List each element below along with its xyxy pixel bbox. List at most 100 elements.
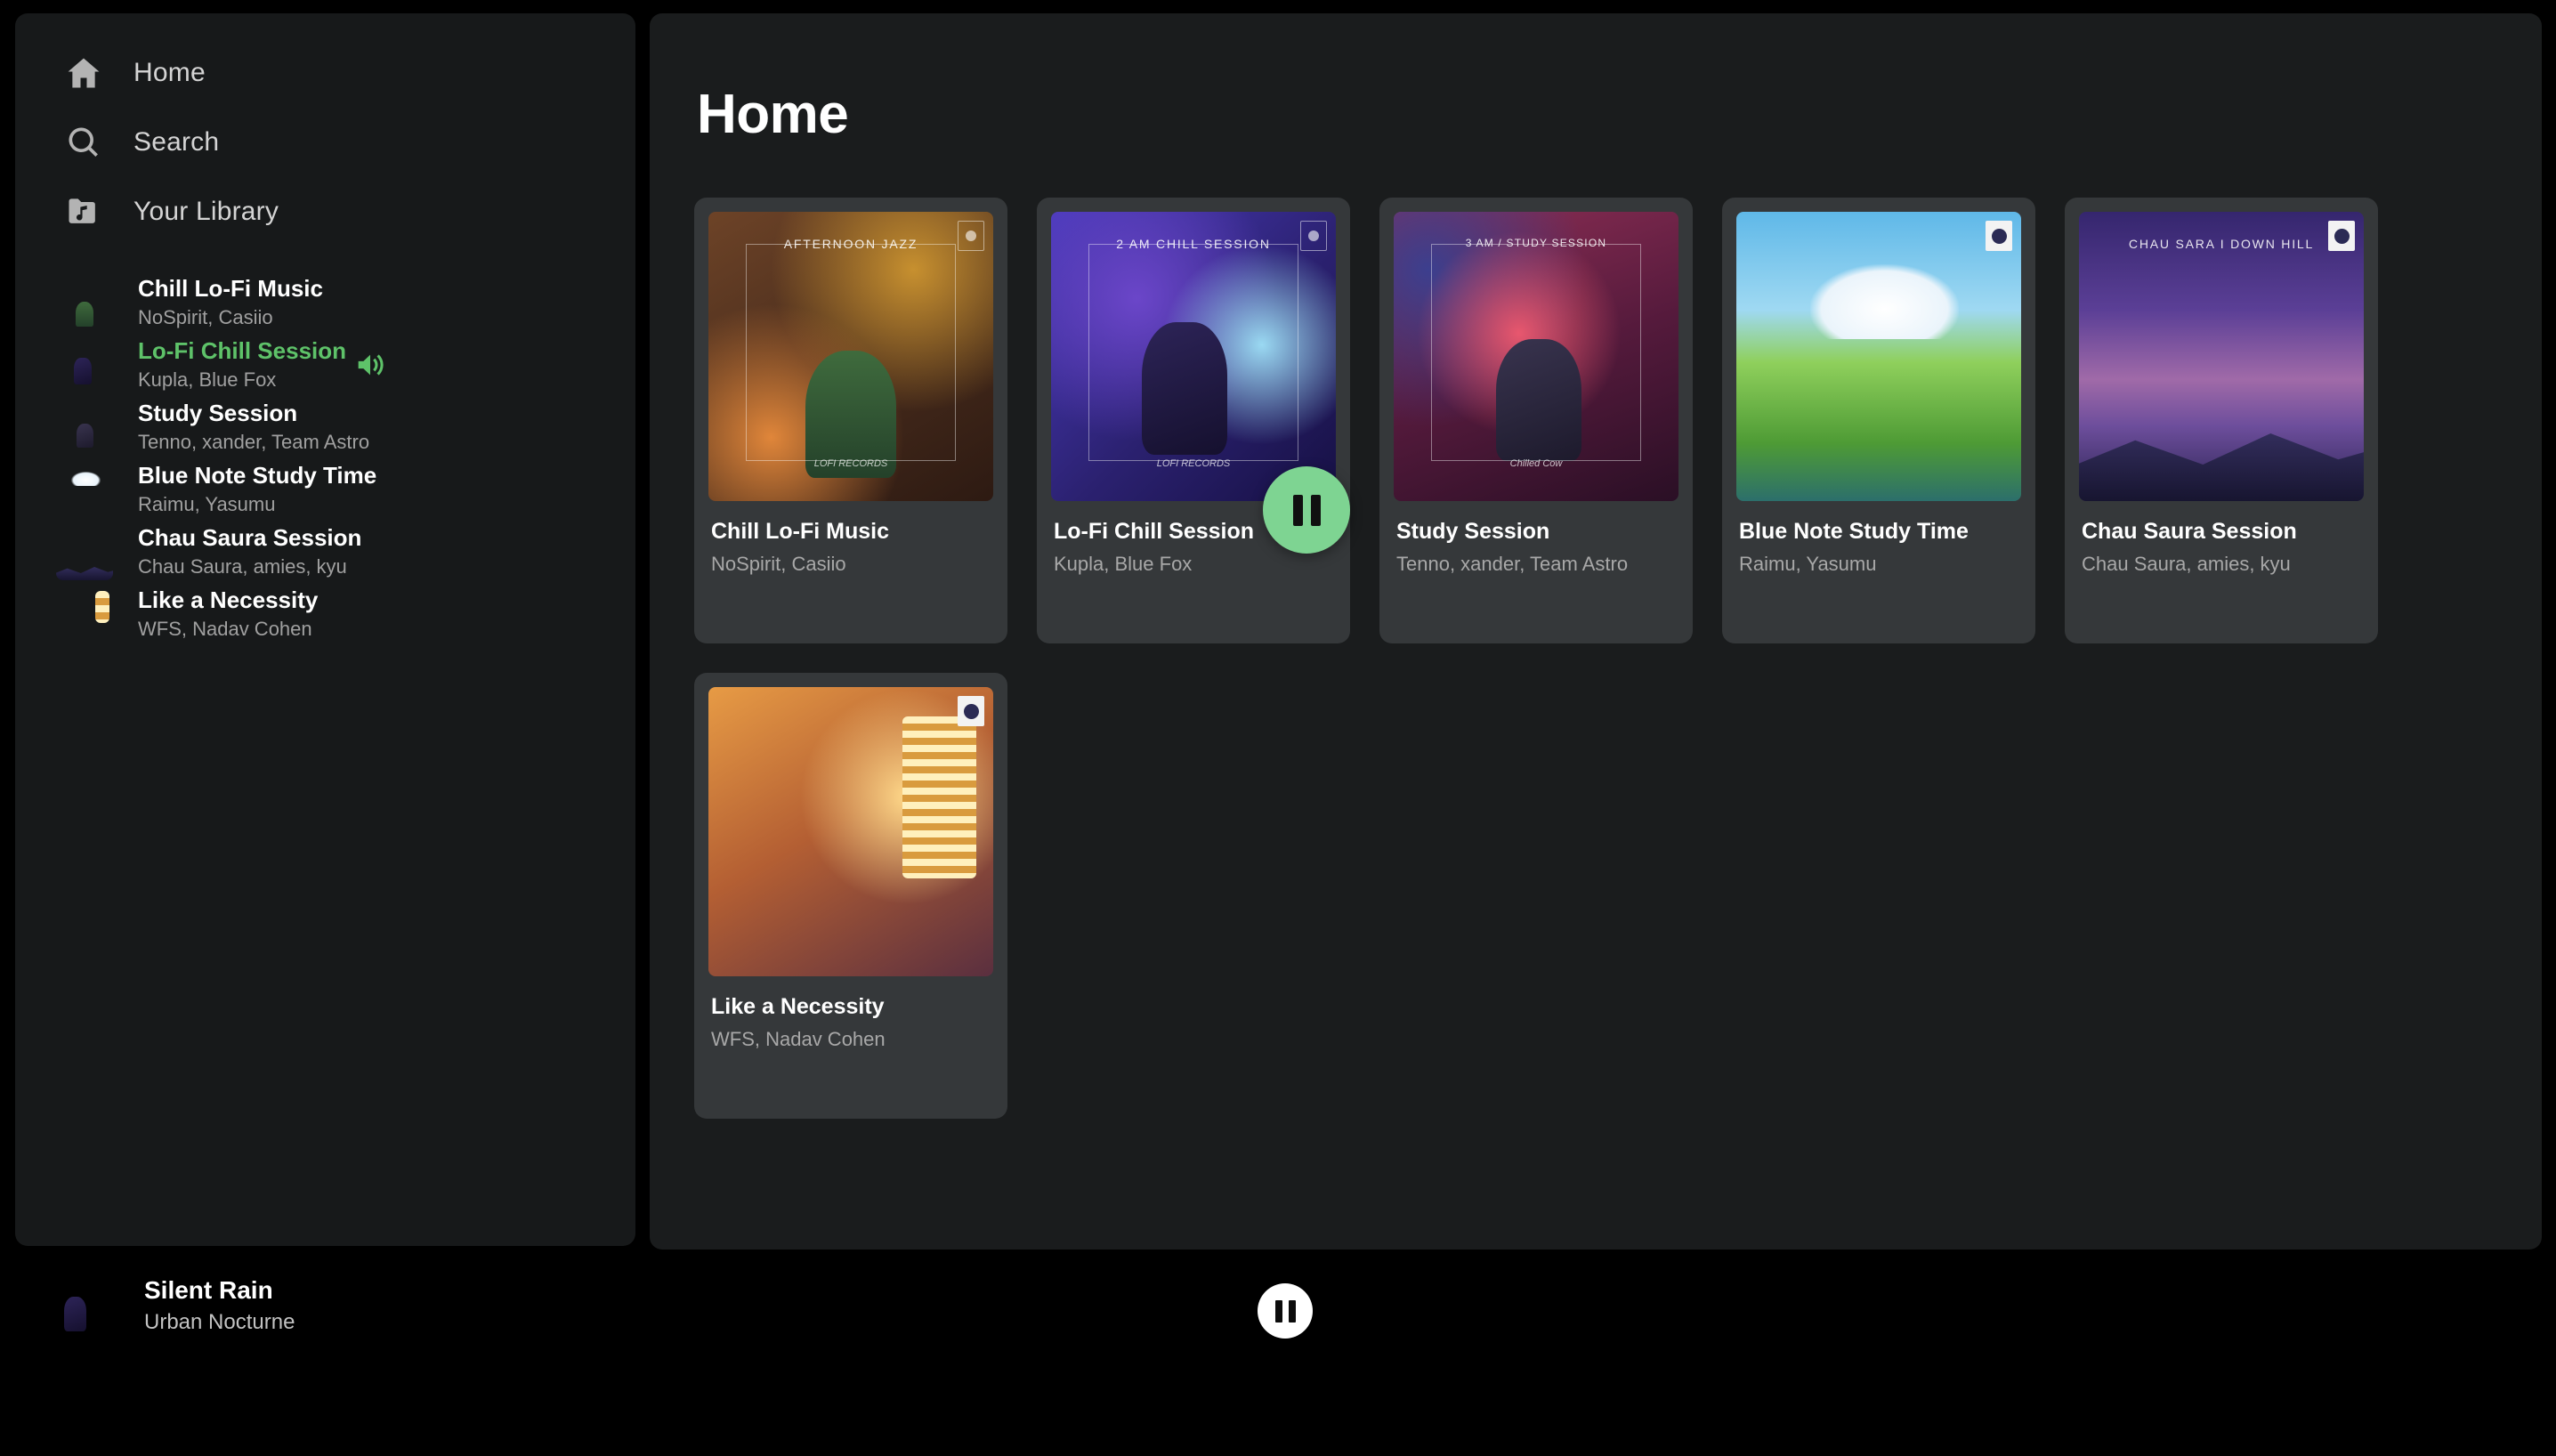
card-artists: Kupla, Blue Fox	[1054, 553, 1193, 575]
play-pause-button[interactable]	[1258, 1283, 1313, 1339]
playlist-artists: Tenno, xander, Team Astro	[138, 431, 370, 454]
record-label-badge	[1300, 221, 1327, 251]
playlist-title: Blue Note Study Time	[138, 462, 377, 489]
sidebar-item-your-library-label: Your Library	[133, 197, 279, 226]
art-frame-decoration	[1430, 243, 1642, 461]
card-title: Chau Saura Session	[2082, 519, 2297, 544]
playlist-card[interactable]: 3 AM / STUDY SESSION Chilled Cow Study S…	[1379, 198, 1693, 643]
list-item[interactable]: Blue Note Study Time Raimu, Yasumu	[15, 458, 635, 521]
album-art	[1736, 212, 2021, 501]
now-playing-speaker-icon	[352, 347, 388, 383]
playlist-meta: Like a Necessity WFS, Nadav Cohen	[138, 586, 319, 641]
album-art: 3 AM / STUDY SESSION Chilled Cow	[1394, 212, 1678, 501]
library-playlist-list: Chill Lo-Fi Music NoSpirit, Casiio Lo-Fi…	[15, 271, 635, 645]
playlist-title: Study Session	[138, 400, 298, 427]
home-icon	[64, 53, 103, 93]
playlist-artists: WFS, Nadav Cohen	[138, 618, 312, 641]
list-item[interactable]: Study Session Tenno, xander, Team Astro	[15, 396, 635, 458]
playlist-card[interactable]: Blue Note Study Time Raimu, Yasumu	[1722, 198, 2035, 643]
playlist-thumbnail	[56, 336, 113, 393]
card-artists: Chau Saura, amies, kyu	[2082, 553, 2291, 575]
album-art	[708, 687, 993, 976]
playlist-meta: Chill Lo-Fi Music NoSpirit, Casiio	[138, 275, 323, 329]
album-art-label: LOFI RECORDS	[813, 458, 888, 470]
sidebar-item-home[interactable]: Home	[15, 38, 635, 108]
card-text: Chill Lo-Fi Music NoSpirit, Casiio	[708, 501, 993, 578]
card-text: Chau Saura Session Chau Saura, amies, ky…	[2079, 501, 2364, 578]
playlist-title: Chill Lo-Fi Music	[138, 275, 323, 303]
playlist-title: Lo-Fi Chill Session	[138, 337, 347, 365]
record-label-badge	[2328, 221, 2355, 251]
album-art-caption: 3 AM / STUDY SESSION	[1465, 236, 1607, 249]
album-art-caption: CHAU SARA I DOWN HILL	[2128, 236, 2315, 251]
playlist-thumbnail	[56, 523, 113, 580]
playlist-thumbnail	[56, 461, 113, 518]
page-title: Home	[697, 84, 849, 145]
playlist-card[interactable]: CHAU SARA I DOWN HILL Chau Saura Session…	[2065, 198, 2378, 643]
now-playing-title: Silent Rain	[144, 1276, 273, 1304]
list-item[interactable]: Chau Saura Session Chau Saura, amies, ky…	[15, 521, 635, 583]
now-playing[interactable]: Silent Rain Urban Nocturne	[39, 1267, 295, 1344]
sidebar-item-your-library[interactable]: Your Library	[15, 177, 635, 247]
now-playing-artist: Urban Nocturne	[144, 1310, 295, 1334]
playlist-card[interactable]: Like a Necessity WFS, Nadav Cohen	[694, 673, 1007, 1119]
playlist-artists: Chau Saura, amies, kyu	[138, 555, 347, 578]
playlist-card[interactable]: AFTERNOON JAZZ LOFI RECORDS Chill Lo-Fi …	[694, 198, 1007, 643]
playlist-artists: Raimu, Yasumu	[138, 493, 276, 516]
playlist-meta: Chau Saura Session Chau Saura, amies, ky…	[138, 525, 361, 578]
card-artists: Raimu, Yasumu	[1739, 553, 1877, 575]
card-artists: WFS, Nadav Cohen	[711, 1028, 886, 1050]
card-text: Blue Note Study Time Raimu, Yasumu	[1736, 501, 2021, 578]
music-player-app: Home Search Your Library Chill Lo-Fi Mus…	[0, 0, 2556, 1456]
playlist-artists: Kupla, Blue Fox	[138, 368, 277, 392]
transport-controls	[1258, 1283, 1313, 1339]
playlist-title: Chau Saura Session	[138, 524, 362, 552]
search-icon	[64, 123, 103, 162]
album-art-label: Chilled Cow	[1509, 458, 1563, 470]
now-playing-artwork	[39, 1267, 116, 1344]
library-music-folder-icon	[64, 192, 103, 231]
sidebar-item-home-label: Home	[133, 58, 206, 87]
playlist-thumbnail	[56, 274, 113, 331]
playlist-meta: Lo-Fi Chill Session Kupla, Blue Fox	[138, 337, 347, 392]
pause-icon	[1292, 494, 1321, 526]
sidebar: Home Search Your Library Chill Lo-Fi Mus…	[15, 13, 635, 1246]
card-title: Like a Necessity	[711, 994, 885, 1019]
list-item[interactable]: Like a Necessity WFS, Nadav Cohen	[15, 583, 635, 645]
card-title: Blue Note Study Time	[1739, 519, 1969, 544]
playlist-thumbnail	[56, 586, 113, 643]
album-art: 2 AM CHILL SESSION LOFI RECORDS	[1051, 212, 1336, 501]
playlist-thumbnail	[56, 399, 113, 456]
playlist-meta: Blue Note Study Time Raimu, Yasumu	[138, 462, 377, 516]
record-label-badge	[958, 221, 984, 251]
player-bar: Silent Rain Urban Nocturne 1:43 2:38	[0, 1250, 2556, 1456]
record-label-badge	[958, 696, 984, 726]
card-title: Chill Lo-Fi Music	[711, 519, 889, 544]
album-art: AFTERNOON JAZZ LOFI RECORDS	[708, 212, 993, 501]
now-playing-meta: Silent Rain Urban Nocturne	[144, 1276, 295, 1335]
playlist-card[interactable]: 2 AM CHILL SESSION LOFI RECORDS Lo-Fi Ch…	[1037, 198, 1350, 643]
list-item[interactable]: Chill Lo-Fi Music NoSpirit, Casiio	[15, 271, 635, 334]
album-art: CHAU SARA I DOWN HILL	[2079, 212, 2364, 501]
art-frame-decoration	[745, 243, 957, 461]
playlist-title: Like a Necessity	[138, 586, 319, 614]
card-artists: NoSpirit, Casiio	[711, 553, 846, 575]
card-text: Study Session Tenno, xander, Team Astro	[1394, 501, 1678, 578]
record-label-badge	[1986, 221, 2012, 251]
card-artists: Tenno, xander, Team Astro	[1396, 553, 1629, 575]
pause-button-overlay[interactable]	[1263, 466, 1350, 554]
playlist-meta: Study Session Tenno, xander, Team Astro	[138, 400, 370, 454]
sidebar-item-search[interactable]: Search	[15, 108, 635, 177]
sidebar-item-search-label: Search	[133, 127, 220, 157]
card-text: Like a Necessity WFS, Nadav Cohen	[708, 976, 993, 1053]
art-frame-decoration	[1088, 243, 1299, 461]
album-art-caption: 2 AM CHILL SESSION	[1116, 236, 1271, 251]
main-content: Home AFTERNOON JAZZ LOFI RECORDS Chill L…	[650, 13, 2542, 1250]
playlist-artists: NoSpirit, Casiio	[138, 306, 273, 329]
pause-icon	[1274, 1299, 1296, 1323]
list-item[interactable]: Lo-Fi Chill Session Kupla, Blue Fox	[15, 334, 635, 396]
playlist-card-grid: AFTERNOON JAZZ LOFI RECORDS Chill Lo-Fi …	[694, 198, 2501, 1119]
card-title: Study Session	[1396, 519, 1550, 544]
album-art-caption: AFTERNOON JAZZ	[783, 236, 918, 251]
primary-nav: Home Search Your Library	[15, 13, 635, 247]
